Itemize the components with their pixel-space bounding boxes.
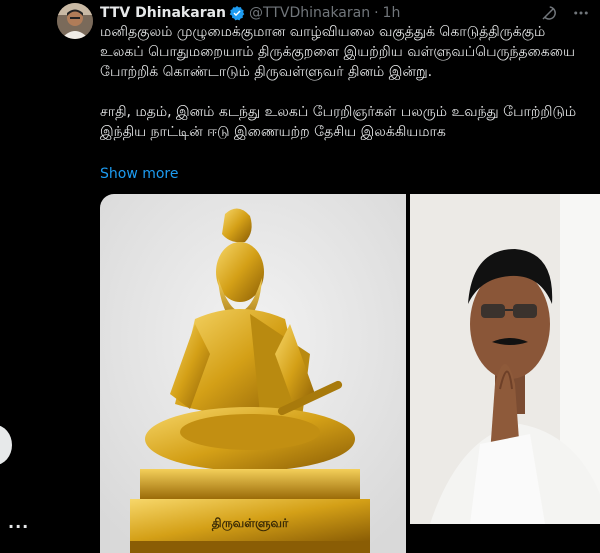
tweet-header: TTV Dhinakaran @TTVDhinakaran · 1h bbox=[100, 3, 400, 23]
left-rail: ··· bbox=[0, 0, 48, 553]
show-more-link[interactable]: Show more bbox=[100, 166, 179, 182]
author-handle[interactable]: @TTVDhinakaran bbox=[249, 5, 370, 21]
statue-image: திருவள்ளுவர் bbox=[100, 194, 406, 553]
verified-badge-icon bbox=[229, 5, 245, 21]
tweet-media[interactable]: திருவள்ளுவர் bbox=[100, 194, 600, 553]
floating-action-button[interactable] bbox=[0, 425, 12, 465]
author-avatar[interactable] bbox=[57, 3, 93, 39]
tweet-paragraph: மனிதகுலம் முழுமைக்குமான வாழ்வியலை வகுத்த… bbox=[100, 24, 576, 80]
statue-plaque-text: திருவள்ளுவர் bbox=[212, 516, 289, 531]
tweet-timestamp[interactable]: 1h bbox=[383, 5, 401, 21]
tweet-text: மனிதகுலம் முழுமைக்குமான வாழ்வியலை வகுத்த… bbox=[100, 22, 580, 142]
tweet-paragraph: சாதி, மதம், இனம் கடந்து உலகப் பேரறிஞர்கள… bbox=[100, 104, 577, 140]
author-name[interactable]: TTV Dhinakaran bbox=[100, 5, 226, 21]
more-menu-icon[interactable]: ··· bbox=[8, 517, 29, 536]
portrait-image bbox=[410, 194, 600, 553]
separator-dot: · bbox=[374, 5, 379, 21]
